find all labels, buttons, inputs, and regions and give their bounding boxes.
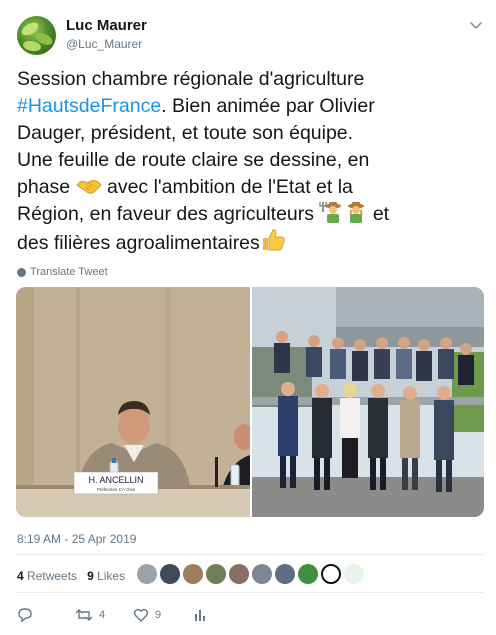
retweets-count: 4 bbox=[17, 569, 24, 583]
translate-tweet-link[interactable]: Translate Tweet bbox=[17, 266, 108, 278]
liker-avatar[interactable] bbox=[206, 564, 226, 584]
photo-meeting[interactable]: H. ANCELLIN Préfecture CA Oise bbox=[16, 287, 250, 517]
translate-label: Translate Tweet bbox=[30, 266, 108, 278]
chevron-down-icon[interactable] bbox=[468, 20, 484, 32]
like-count: 9 bbox=[155, 609, 162, 621]
tweet-line: Région, en faveur des agriculteurs bbox=[17, 203, 320, 225]
tweet-line: des filières agroalimentaires bbox=[17, 232, 260, 254]
analytics-icon bbox=[195, 610, 205, 621]
tweet-line: Session chambre régionale d'agriculture bbox=[17, 68, 365, 90]
retweet-icon bbox=[75, 609, 93, 621]
tweet-text: Session chambre régionale d'agriculture … bbox=[17, 66, 487, 257]
thumbs-up-emoji bbox=[262, 229, 285, 251]
tweet-line: phase bbox=[17, 176, 76, 198]
nameplate-text: H. ANCELLIN bbox=[88, 475, 143, 485]
nameplate-subtext: Préfecture CA Oise bbox=[97, 487, 136, 492]
tweet-line: Dauger, président, et toute son équipe. bbox=[17, 122, 354, 144]
photo-meeting-art: H. ANCELLIN Préfecture CA Oise bbox=[16, 287, 250, 517]
farmer-emoji bbox=[319, 202, 342, 223]
liker-avatar[interactable] bbox=[344, 564, 364, 584]
globe-icon bbox=[17, 267, 26, 277]
tweet-timestamp[interactable]: 8:19 AM - 25 Apr 2019 bbox=[17, 532, 136, 546]
media-grid: H. ANCELLIN Préfecture CA Oise bbox=[16, 287, 484, 517]
liker-avatar[interactable] bbox=[160, 564, 180, 584]
photo-group[interactable] bbox=[252, 287, 484, 517]
tweet-line: Une feuille de route claire se dessine, … bbox=[17, 149, 370, 171]
tweet-line: avec l'ambition de l'Etat et la bbox=[101, 176, 353, 198]
photo-group-art bbox=[252, 287, 484, 517]
retweet-button[interactable]: 4 bbox=[75, 607, 133, 623]
likers-avatars bbox=[137, 564, 364, 584]
farmer-emoji bbox=[348, 202, 365, 223]
author-handle[interactable]: @Luc_Maurer bbox=[66, 37, 142, 51]
liker-avatar[interactable] bbox=[321, 564, 341, 584]
liker-avatar[interactable] bbox=[298, 564, 318, 584]
hashtag-link[interactable]: #HautsdeFrance bbox=[17, 95, 161, 117]
avatar[interactable] bbox=[17, 16, 56, 55]
heart-icon bbox=[133, 608, 149, 622]
tweet-actions: 4 9 bbox=[17, 607, 207, 623]
divider bbox=[16, 554, 484, 555]
handshake-emoji bbox=[75, 180, 102, 194]
liker-avatar[interactable] bbox=[275, 564, 295, 584]
like-button[interactable]: 9 bbox=[133, 607, 193, 623]
tweet-line: et bbox=[367, 203, 390, 225]
likes-stat[interactable]: 9 Likes bbox=[87, 569, 125, 583]
retweets-label: Retweets bbox=[27, 569, 78, 583]
liker-avatar[interactable] bbox=[137, 564, 157, 584]
reply-icon bbox=[18, 608, 32, 623]
retweets-stat[interactable]: 4 Retweets bbox=[17, 569, 77, 583]
retweet-count: 4 bbox=[99, 609, 106, 621]
engagement-stats: 4 Retweets 9 Likes bbox=[17, 569, 125, 583]
author-name[interactable]: Luc Maurer bbox=[66, 17, 147, 34]
tweet-line: . Bien animée par Olivier bbox=[161, 95, 375, 117]
liker-avatar[interactable] bbox=[183, 564, 203, 584]
reply-button[interactable] bbox=[17, 607, 75, 623]
liker-avatar[interactable] bbox=[252, 564, 272, 584]
liker-avatar[interactable] bbox=[229, 564, 249, 584]
divider bbox=[16, 592, 484, 593]
analytics-button[interactable] bbox=[193, 608, 207, 622]
likes-count: 9 bbox=[87, 569, 94, 583]
tweet-card: Luc Maurer @Luc_Maurer Session chambre r… bbox=[0, 0, 496, 635]
likes-label: Likes bbox=[97, 569, 126, 583]
